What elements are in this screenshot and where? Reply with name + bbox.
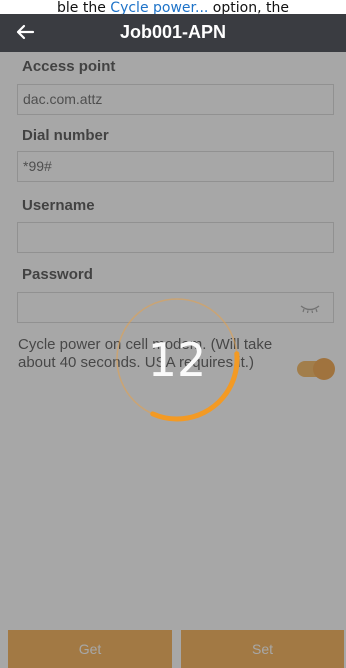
username-label: Username <box>22 197 95 214</box>
app-bar: Job001-APN <box>0 14 346 52</box>
countdown-number: 12 <box>147 333 207 387</box>
set-button[interactable]: Set <box>181 630 344 668</box>
toggle-knob <box>313 358 335 380</box>
bottom-action-bar: Get Set <box>0 628 346 668</box>
page-title: Job001-APN <box>119 22 227 42</box>
dial-number-field[interactable]: *99# <box>17 151 334 182</box>
access-point-field[interactable]: dac.com.attz <box>17 84 334 115</box>
dial-number-label: Dial number <box>22 127 109 144</box>
access-point-label: Access point <box>22 58 116 75</box>
username-field[interactable] <box>17 222 334 253</box>
eye-closed-icon[interactable] <box>299 303 321 313</box>
get-button[interactable]: Get <box>8 630 172 668</box>
cycle-power-toggle[interactable] <box>295 358 335 380</box>
password-label: Password <box>22 266 93 283</box>
